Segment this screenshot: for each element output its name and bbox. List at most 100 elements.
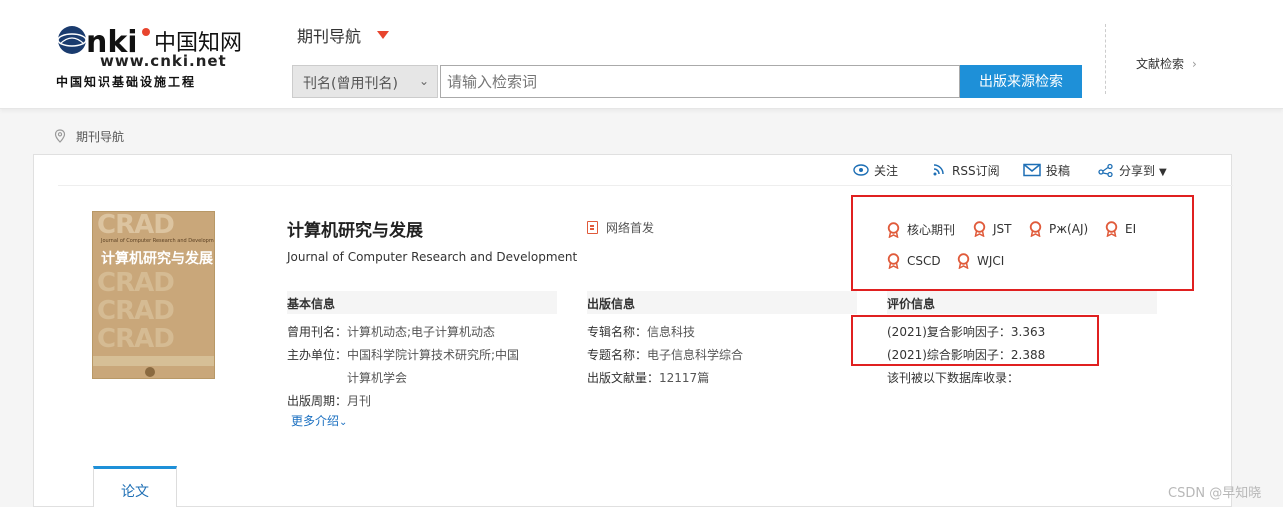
doc-count-label: 出版文献量： [587,371,660,385]
caret-down-icon[interactable] [377,31,389,39]
indexing-badges-highlight: 核心期刊 JST Pж(AJ) EI CSCD WJCI [851,195,1194,291]
indexed-by-row: 该刊被以下数据库收录： [887,369,1019,386]
topic-row: 专题名称：电子信息科学综合 [587,346,743,363]
cover-brand-repeat: CRAD [97,324,175,354]
badge-ei: EI [1105,221,1136,237]
badge-label: Pж(AJ) [1049,222,1089,236]
nav-title[interactable]: 期刊导航 [297,23,361,47]
more-intro-link[interactable]: 更多介绍⌄ [291,412,347,429]
share-button[interactable]: 分享到 ▼ [1098,162,1167,179]
share-label: 分享到 [1119,164,1156,178]
cover-stripe [93,356,214,366]
follow-label: 关注 [874,164,899,178]
badge-label: EI [1125,222,1137,236]
former-name-value: 计算机动态;电子计算机动态 [347,325,496,339]
journal-english-title: Journal of Computer Research and Develop… [287,250,578,264]
sponsor-value-continued: 计算机学会 [347,371,408,385]
award-ribbon-icon [1029,221,1042,237]
comprehensive-if-row: (2021)综合影响因子：2.388 [887,346,1045,363]
literature-search-label: 文献检索 [1136,57,1185,71]
basic-info-heading: 基本信息 [287,291,557,314]
comprehensive-if: (2021)综合影响因子：2.388 [887,348,1046,362]
eval-info-heading-text: 评价信息 [887,297,936,311]
journal-cover-image[interactable]: CRAD Journal of Computer Research and De… [92,211,215,379]
doc-count-value: 12117篇 [659,371,710,385]
logo-url-text: www.cnki.net [100,52,227,70]
publish-info-heading-text: 出版信息 [587,297,636,311]
online-first-link[interactable]: 网络首发 [587,219,654,236]
follow-button[interactable]: 关注 [853,162,898,179]
journal-title: 计算机研究与发展 [287,221,423,241]
cover-brand-repeat: CRAD [97,296,175,326]
badge-wjci: WJCI [957,253,1004,269]
badge-label: 核心期刊 [907,223,956,237]
basic-info-heading-text: 基本信息 [287,297,336,311]
header-divider [1105,24,1106,94]
badge-ra-aj: Pж(AJ) [1029,221,1088,237]
top-header: nki 中国知网 www.cnki.net 中国知识基础设施工程 期刊导航 刊名… [0,0,1283,109]
chevron-down-icon: ⌄ [418,74,429,88]
watermark: CSDN @早知晓 [1168,486,1262,501]
award-ribbon-icon [887,222,900,238]
search-field-selected: 刊名(曾用刊名) [303,76,398,92]
location-pin-icon [54,129,66,143]
eye-icon [853,164,869,176]
breadcrumb: 期刊导航 [54,128,124,145]
frequency-label: 出版周期： [287,394,348,408]
series-row: 专辑名称：信息科技 [587,323,695,340]
award-ribbon-icon [973,221,986,237]
badge-label: JST [993,222,1012,236]
sponsor-row-continued: 计算机学会 [347,369,407,386]
double-chevron-down-icon: ⌄ [339,417,348,428]
award-ribbon-icon [957,253,970,269]
former-name-row: 曾用刊名：计算机动态;电子计算机动态 [287,323,495,340]
more-intro-label: 更多介绍 [291,414,340,428]
document-icon [587,221,598,234]
sponsor-label: 主办单位： [287,348,348,362]
badge-jst: JST [973,221,1012,237]
envelope-icon [1023,163,1041,177]
doc-count-row: 出版文献量：12117篇 [587,369,709,386]
search-field-select[interactable]: 刊名(曾用刊名) ⌄ [292,65,438,98]
series-label: 专辑名称： [587,325,648,339]
cover-title: 计算机研究与发展 [101,251,213,267]
frequency-row: 出版周期：月刊 [287,392,371,409]
cover-decoration: Journal of Computer Research and Develop… [101,238,215,244]
series-value: 信息科技 [647,325,696,339]
tab-papers-label: 论文 [121,484,149,500]
frequency-value: 月刊 [347,394,372,408]
tab-papers[interactable]: 论文 [93,466,177,507]
chevron-right-icon: › [1192,57,1197,71]
award-ribbon-icon [1105,221,1118,237]
submit-manuscript-button[interactable]: 投稿 [1023,162,1070,179]
badge-cscd: CSCD [887,253,941,269]
sponsor-value: 中国科学院计算技术研究所;中国 [347,348,520,362]
journal-card: 关注 RSS订阅 投稿 分享到 ▼ CRAD Journal of Compute… [33,154,1233,507]
topic-label: 专题名称： [587,348,648,362]
badge-core-journal: 核心期刊 [887,221,955,238]
eval-info-heading: 评价信息 [887,291,1157,314]
compound-if: (2021)复合影响因子：3.363 [887,325,1046,339]
literature-search-link[interactable]: 文献检索 › [1136,55,1197,72]
search-button[interactable]: 出版来源检索 [960,65,1082,98]
badge-label: WJCI [977,254,1005,268]
caret-down-icon: ▼ [1159,167,1167,178]
logo-tagline: 中国知识基础设施工程 [56,75,197,89]
sponsor-row: 主办单位：中国科学院计算技术研究所;中国 [287,346,519,363]
cover-seal-icon [145,367,155,377]
publish-info-heading: 出版信息 [587,291,857,314]
award-ribbon-icon [887,253,900,269]
topic-value: 电子信息科学综合 [647,348,744,362]
former-name-label: 曾用刊名： [287,325,348,339]
indexed-by-label: 该刊被以下数据库收录： [887,371,1020,385]
breadcrumb-label[interactable]: 期刊导航 [76,130,124,144]
share-icon [1098,163,1113,177]
rss-icon [933,164,944,176]
online-first-label: 网络首发 [606,221,655,235]
cover-brand: CRAD [97,211,175,240]
cnki-logo[interactable]: nki 中国知网 www.cnki.net 中国知识基础设施工程 [56,22,246,92]
search-input[interactable] [440,65,960,98]
rss-button[interactable]: RSS订阅 [931,162,1000,179]
journal-toolbar: 关注 RSS订阅 投稿 分享到 ▼ [58,155,1233,186]
submit-manuscript-label: 投稿 [1046,164,1071,178]
